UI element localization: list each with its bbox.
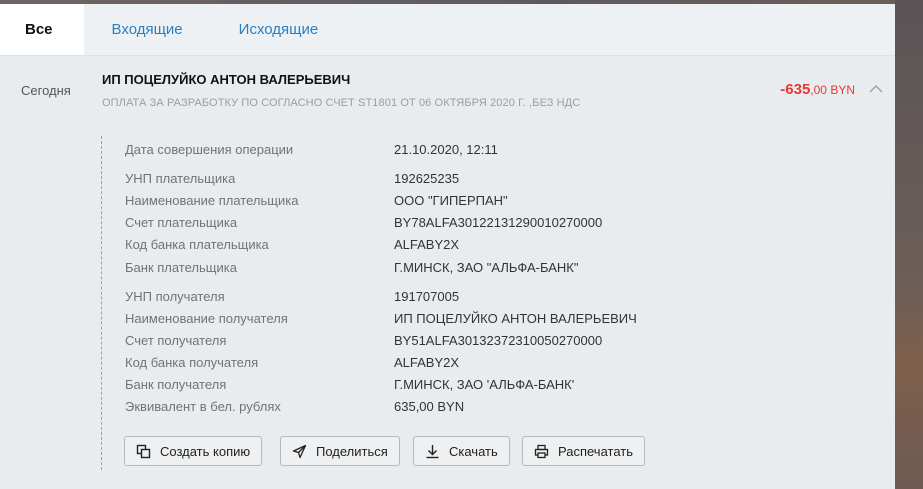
- detail-label: УНП плательщика: [125, 171, 236, 186]
- transaction-amount: -635,00 BYN: [780, 81, 855, 98]
- print-button-label: Распечатать: [558, 443, 634, 459]
- detail-value: BY51ALFA30132372310050270000: [394, 333, 603, 348]
- detail-value: ИП ПОЦЕЛУЙКО АНТОН ВАЛЕРЬЕВИЧ: [394, 311, 637, 326]
- chevron-up-icon[interactable]: [869, 84, 883, 94]
- download-button[interactable]: Скачать: [413, 436, 510, 466]
- background-strip: [895, 0, 923, 489]
- detail-label: Счет получателя: [125, 333, 227, 348]
- download-icon: [426, 444, 439, 458]
- transaction-details: Дата совершения операции 21.10.2020, 12:…: [101, 136, 801, 470]
- detail-label: Банк плательщика: [125, 260, 237, 275]
- detail-value: 21.10.2020, 12:11: [394, 142, 498, 157]
- tab-incoming[interactable]: Входящие: [83, 4, 211, 55]
- detail-value: Г.МИНСК, ЗАО 'АЛЬФА-БАНК': [394, 377, 575, 392]
- detail-label: Банк получателя: [125, 377, 227, 392]
- detail-value: 192625235: [394, 171, 460, 186]
- tab-outgoing[interactable]: Исходящие: [210, 4, 347, 55]
- tab-all[interactable]: Все: [0, 4, 84, 55]
- detail-label: Наименование получателя: [125, 311, 288, 326]
- transaction-row[interactable]: Сегодня ИП ПОЦЕЛУЙКО АНТОН ВАЛЕРЬЕВИЧ ОП…: [0, 56, 895, 126]
- detail-value: ООО "ГИПЕРПАН": [394, 193, 508, 208]
- copy-button[interactable]: Создать копию: [124, 436, 263, 466]
- tab-bar: Все Входящие Исходящие: [0, 4, 895, 56]
- amount-decimal: ,00 BYN: [810, 83, 855, 97]
- transaction-payee: ИП ПОЦЕЛУЙКО АНТОН ВАЛЕРЬЕВИЧ: [102, 72, 351, 87]
- detail-label: Код банка получателя: [125, 355, 259, 370]
- detail-label: Наименование плательщика: [125, 193, 299, 208]
- print-button[interactable]: Распечатать: [522, 436, 646, 466]
- detail-value: BY78ALFA30122131290010270000: [394, 215, 603, 230]
- detail-value: Г.МИНСК, ЗАО "АЛЬФА-БАНК": [394, 260, 579, 275]
- detail-label: Код банка плательщика: [125, 237, 269, 252]
- detail-value: ALFABY2X: [394, 355, 460, 370]
- share-icon: [292, 444, 307, 458]
- detail-label: Счет плательщика: [125, 215, 238, 230]
- transaction-date: Сегодня: [21, 83, 71, 98]
- copy-button-label: Создать копию: [160, 443, 251, 459]
- detail-label: УНП получателя: [125, 289, 225, 304]
- amount-integer: -635: [780, 81, 811, 98]
- share-button[interactable]: Поделиться: [280, 436, 400, 466]
- detail-label: Эквивалент в бел. рублях: [125, 399, 281, 414]
- download-button-label: Скачать: [449, 443, 498, 459]
- detail-value: 191707005: [394, 289, 460, 304]
- transactions-panel: Все Входящие Исходящие Сегодня ИП ПОЦЕЛУ…: [0, 4, 895, 489]
- detail-label: Дата совершения операции: [125, 142, 294, 157]
- detail-value: ALFABY2X: [394, 237, 460, 252]
- print-icon: [534, 444, 549, 458]
- detail-value: 635,00 BYN: [394, 399, 465, 414]
- share-button-label: Поделиться: [316, 443, 388, 459]
- copy-icon: [136, 444, 151, 458]
- transaction-purpose: ОПЛАТА ЗА РАЗРАБОТКУ ПО СОГЛАСНО СЧЕТ ST…: [102, 97, 581, 109]
